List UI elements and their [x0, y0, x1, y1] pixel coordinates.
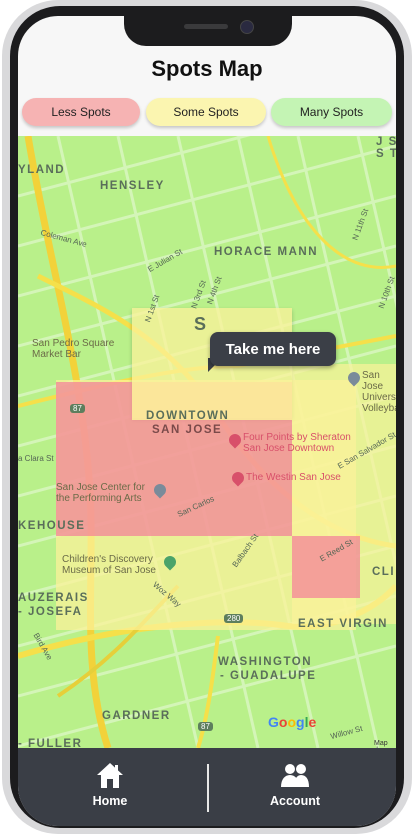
front-camera: [240, 20, 254, 34]
nav-home-button[interactable]: Home: [35, 758, 185, 818]
label-auzerais: AUZERAIS: [18, 592, 89, 604]
legend-some-spots[interactable]: Some Spots: [146, 98, 266, 126]
poi-san-pedro[interactable]: San Pedro Square Market Bar: [32, 338, 114, 360]
label-josefa: - JOSEFA: [18, 606, 83, 618]
label-gardner: GARDNER: [102, 710, 171, 722]
label-downtown: DOWNTOWN: [146, 410, 230, 422]
street-clara: a Clara St: [18, 454, 54, 463]
legend-many-spots[interactable]: Many Spots: [271, 98, 392, 126]
account-icon: [281, 764, 309, 787]
poi-discovery-museum[interactable]: Children's Discovery Museum of San Jose: [62, 554, 156, 576]
speaker: [184, 24, 228, 29]
label-washington: WASHINGTON: [218, 656, 313, 668]
map-copyright: Map da: [374, 740, 388, 748]
legend-less-spots[interactable]: Less Spots: [22, 98, 140, 126]
poi-performing-arts[interactable]: San Jose Center for the Performing Arts: [56, 482, 145, 504]
label-n1: YLAND: [18, 164, 66, 176]
label-east-virgin: EAST VIRGIN: [298, 618, 388, 630]
poi-four-points[interactable]: Four Points by Sheraton San Jose Downtow…: [243, 432, 351, 454]
highway-87-shield-south: 87: [198, 722, 213, 731]
nav-divider: [207, 764, 209, 812]
page-title: Spots Map: [151, 56, 263, 81]
label-s: S: [194, 314, 208, 334]
label-fuller: - FULLER: [18, 738, 83, 748]
bottom-nav: Home Account: [18, 748, 396, 826]
label-cli: CLI: [372, 566, 396, 578]
label-st: S T: [376, 148, 396, 160]
nav-account-label: Account: [270, 794, 320, 808]
poi-westin[interactable]: The Westin San Jose: [246, 472, 341, 483]
google-logo: Google: [268, 714, 317, 730]
label-js: J S: [376, 136, 396, 148]
home-icon: [97, 763, 123, 788]
label-san-jose: SAN JOSE: [152, 424, 223, 436]
highway-87-shield: 87: [70, 404, 85, 413]
highway-280-shield: 280: [224, 614, 244, 623]
nav-home-label: Home: [92, 794, 128, 808]
label-horace-mann: HORACE MANN: [214, 246, 319, 258]
app-screen: Spots Map Less Spots Some Spots Many Spo…: [18, 16, 396, 826]
spots-map[interactable]: YLAND HENSLEY HORACE MANN DOWNTOWN SAN J…: [18, 136, 396, 748]
nav-account-button[interactable]: Account: [220, 758, 370, 818]
poi-university[interactable]: San Jose Univers Volleyba: [362, 370, 396, 414]
take-me-here-button[interactable]: Take me here: [210, 332, 336, 366]
label-hensley: HENSLEY: [100, 180, 165, 192]
label-kehouse: KEHOUSE: [18, 520, 86, 532]
label-guadalupe: - GUADALUPE: [220, 670, 317, 682]
notch: [124, 16, 292, 46]
